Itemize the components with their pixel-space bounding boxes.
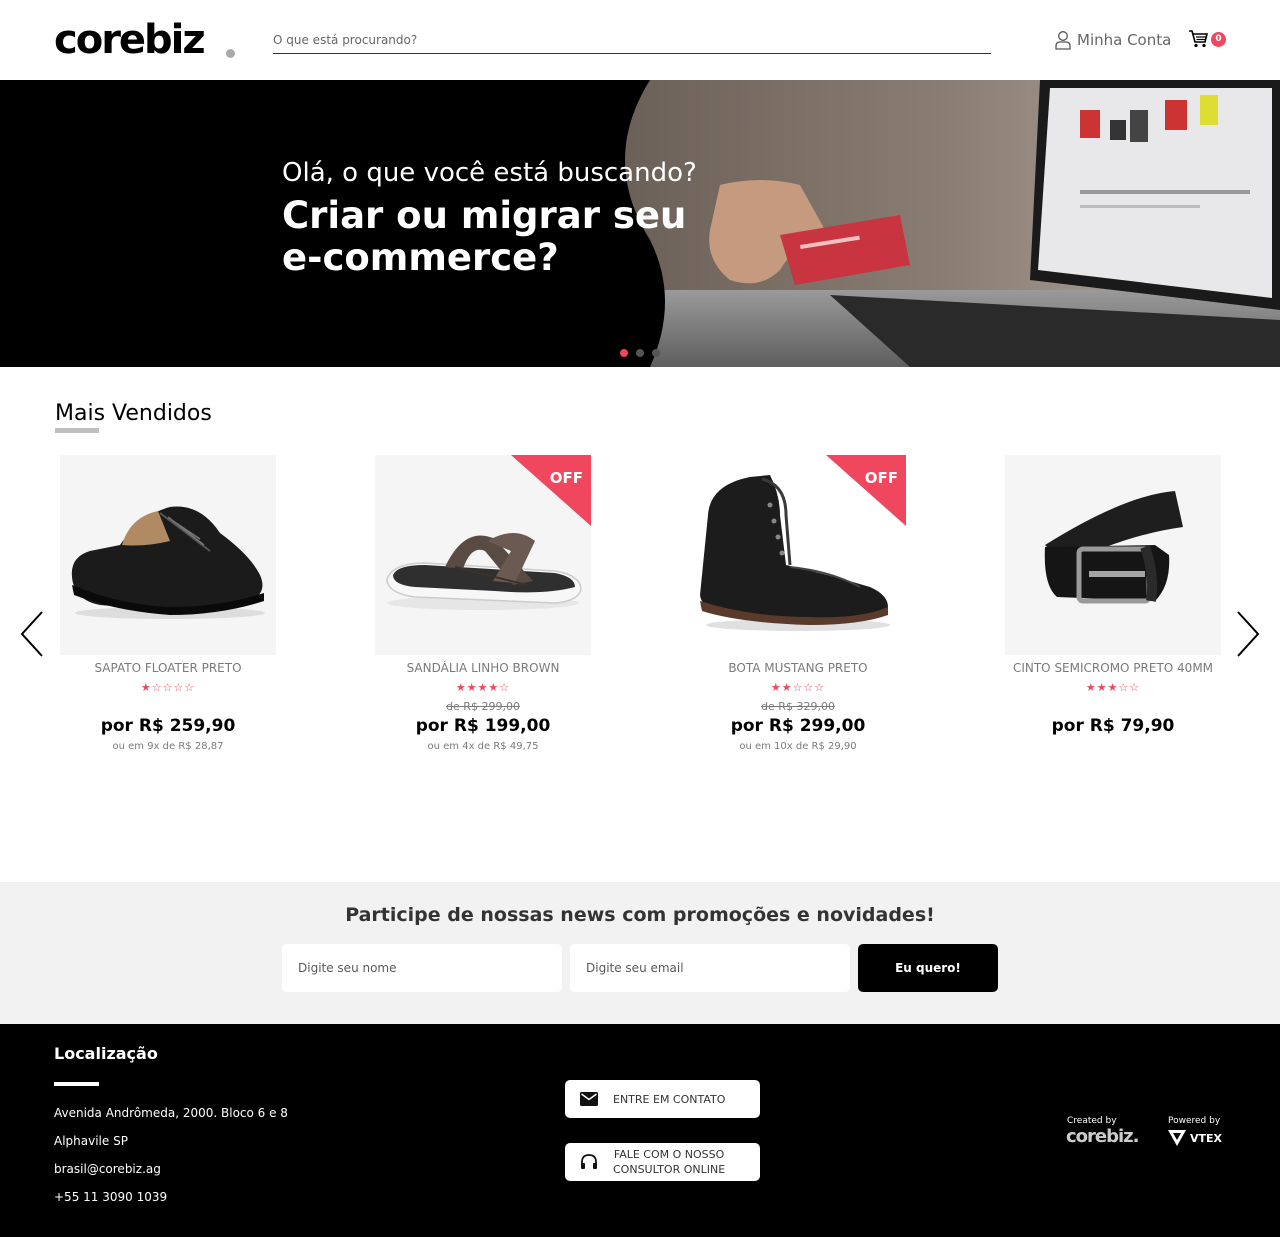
- footer-title-underline: [54, 1082, 99, 1086]
- cart-button[interactable]: 0: [1188, 29, 1228, 51]
- cart-count-badge: 0: [1211, 32, 1226, 47]
- newsletter-name-input[interactable]: [282, 944, 562, 992]
- headset-icon: [581, 1154, 597, 1169]
- hero-banner[interactable]: Olá, o que você está buscando? Criar ou …: [0, 80, 1280, 367]
- consultant-button-label-line1: FALE COM O NOSSO: [613, 1148, 725, 1161]
- product-price: por R$ 79,90: [1051, 716, 1175, 736]
- powered-by-label: Powered by: [1168, 1116, 1221, 1126]
- newsletter-email-input[interactable]: [570, 944, 850, 992]
- consultant-button[interactable]: FALE COM O NOSSO CONSULTOR ONLINE: [565, 1143, 760, 1181]
- product-name[interactable]: CINTO SEMICROMO PRETO 40MM: [1005, 661, 1221, 675]
- product-image[interactable]: OFF: [690, 455, 906, 655]
- product-installments: ou em 10x de R$ 29,90: [739, 741, 857, 752]
- footer-location-title: Localização: [54, 1044, 158, 1063]
- banner-title: Criar ou migrar seu e-commerce?: [282, 194, 687, 279]
- product-rating-stars: ★☆☆☆☆: [140, 681, 196, 694]
- contact-button[interactable]: ENTRE EM CONTATO: [565, 1080, 760, 1118]
- product-old-price: de R$ 329,00: [761, 700, 835, 713]
- newsletter-section: Participe de nossas news com promoções e…: [0, 882, 1280, 1024]
- product-card[interactable]: SAPATO FLOATER PRETO ★☆☆☆☆ por R$ 259,90…: [60, 455, 276, 755]
- logo[interactable]: corebiz: [54, 18, 206, 62]
- product-card[interactable]: OFF BOTA MUSTANG PRETO ★★☆☆☆ de R$ 329,0…: [690, 455, 906, 755]
- newsletter-title: Participe de nossas news com promoções e…: [345, 904, 935, 926]
- vtex-logo[interactable]: VTEX: [1168, 1128, 1222, 1148]
- product-card[interactable]: CINTO SEMICROMO PRETO 40MM ★★★☆☆ por R$ …: [1005, 455, 1221, 755]
- carousel-next-arrow-icon[interactable]: [1232, 610, 1262, 658]
- logo-dot: [226, 49, 235, 58]
- footer-email[interactable]: brasil@corebiz.ag: [54, 1162, 161, 1176]
- off-ribbon: [511, 455, 591, 526]
- mail-icon: [580, 1092, 598, 1106]
- vtex-icon: [1168, 1130, 1186, 1146]
- contact-button-label: ENTRE EM CONTATO: [613, 1092, 726, 1106]
- header: corebiz Minha Conta 0: [0, 0, 1280, 80]
- slider-dot-3[interactable]: [652, 349, 660, 357]
- corebiz-footer-logo[interactable]: corebiz.: [1066, 1126, 1139, 1147]
- product-old-price: de R$ 299,00: [446, 700, 520, 713]
- user-icon: [1055, 31, 1071, 50]
- product-name[interactable]: BOTA MUSTANG PRETO: [690, 661, 906, 675]
- product-name[interactable]: SANDÁLIA LINHO BROWN: [375, 661, 591, 675]
- product-image[interactable]: [60, 455, 276, 655]
- product-price: por R$ 299,00: [730, 716, 866, 736]
- banner-subtitle: Olá, o que você está buscando?: [282, 158, 697, 188]
- product-price: por R$ 259,90: [100, 716, 236, 736]
- shoe-image: [71, 506, 265, 619]
- carousel-prev-arrow-icon[interactable]: [18, 610, 48, 658]
- product-card[interactable]: OFF SANDÁLIA LINHO BROWN ★★★★☆ de R$ 299…: [375, 455, 591, 755]
- section-title-underline: [55, 428, 99, 433]
- product-name[interactable]: SAPATO FLOATER PRETO: [60, 661, 276, 675]
- cart-icon: [1189, 30, 1209, 48]
- created-by-label: Created by: [1067, 1116, 1117, 1126]
- search-input[interactable]: [273, 26, 991, 54]
- off-label: OFF: [864, 469, 898, 487]
- product-price: por R$ 199,00: [415, 716, 551, 736]
- account-label: Minha Conta: [1077, 31, 1172, 49]
- section-title: Mais Vendidos: [55, 401, 212, 426]
- product-rating-stars: ★★★☆☆: [1085, 681, 1141, 694]
- footer-address: Avenida Andrômeda, 2000. Bloco 6 e 8: [54, 1106, 288, 1120]
- footer-city: Alphavile SP: [54, 1134, 128, 1148]
- vtex-logo-text: VTEX: [1190, 1131, 1223, 1145]
- off-label: OFF: [549, 469, 583, 487]
- product-installments: ou em 9x de R$ 28,87: [112, 741, 224, 752]
- product-image[interactable]: [1005, 455, 1221, 655]
- footer-phone[interactable]: +55 11 3090 1039: [54, 1190, 167, 1204]
- account-link[interactable]: Minha Conta: [1055, 28, 1171, 52]
- slider-dots: [620, 349, 660, 357]
- product-image[interactable]: OFF: [375, 455, 591, 655]
- off-ribbon: [826, 455, 906, 526]
- slider-dot-1[interactable]: [620, 349, 628, 357]
- product-rating-stars: ★★★★☆: [455, 681, 511, 694]
- product-installments: ou em 4x de R$ 49,75: [427, 741, 539, 752]
- product-rating-stars: ★★☆☆☆: [770, 681, 826, 694]
- slider-dot-2[interactable]: [636, 349, 644, 357]
- belt-image: [1044, 491, 1183, 604]
- consultant-button-label-line2: CONSULTOR ONLINE: [613, 1163, 726, 1176]
- newsletter-submit-button[interactable]: Eu quero!: [858, 944, 998, 992]
